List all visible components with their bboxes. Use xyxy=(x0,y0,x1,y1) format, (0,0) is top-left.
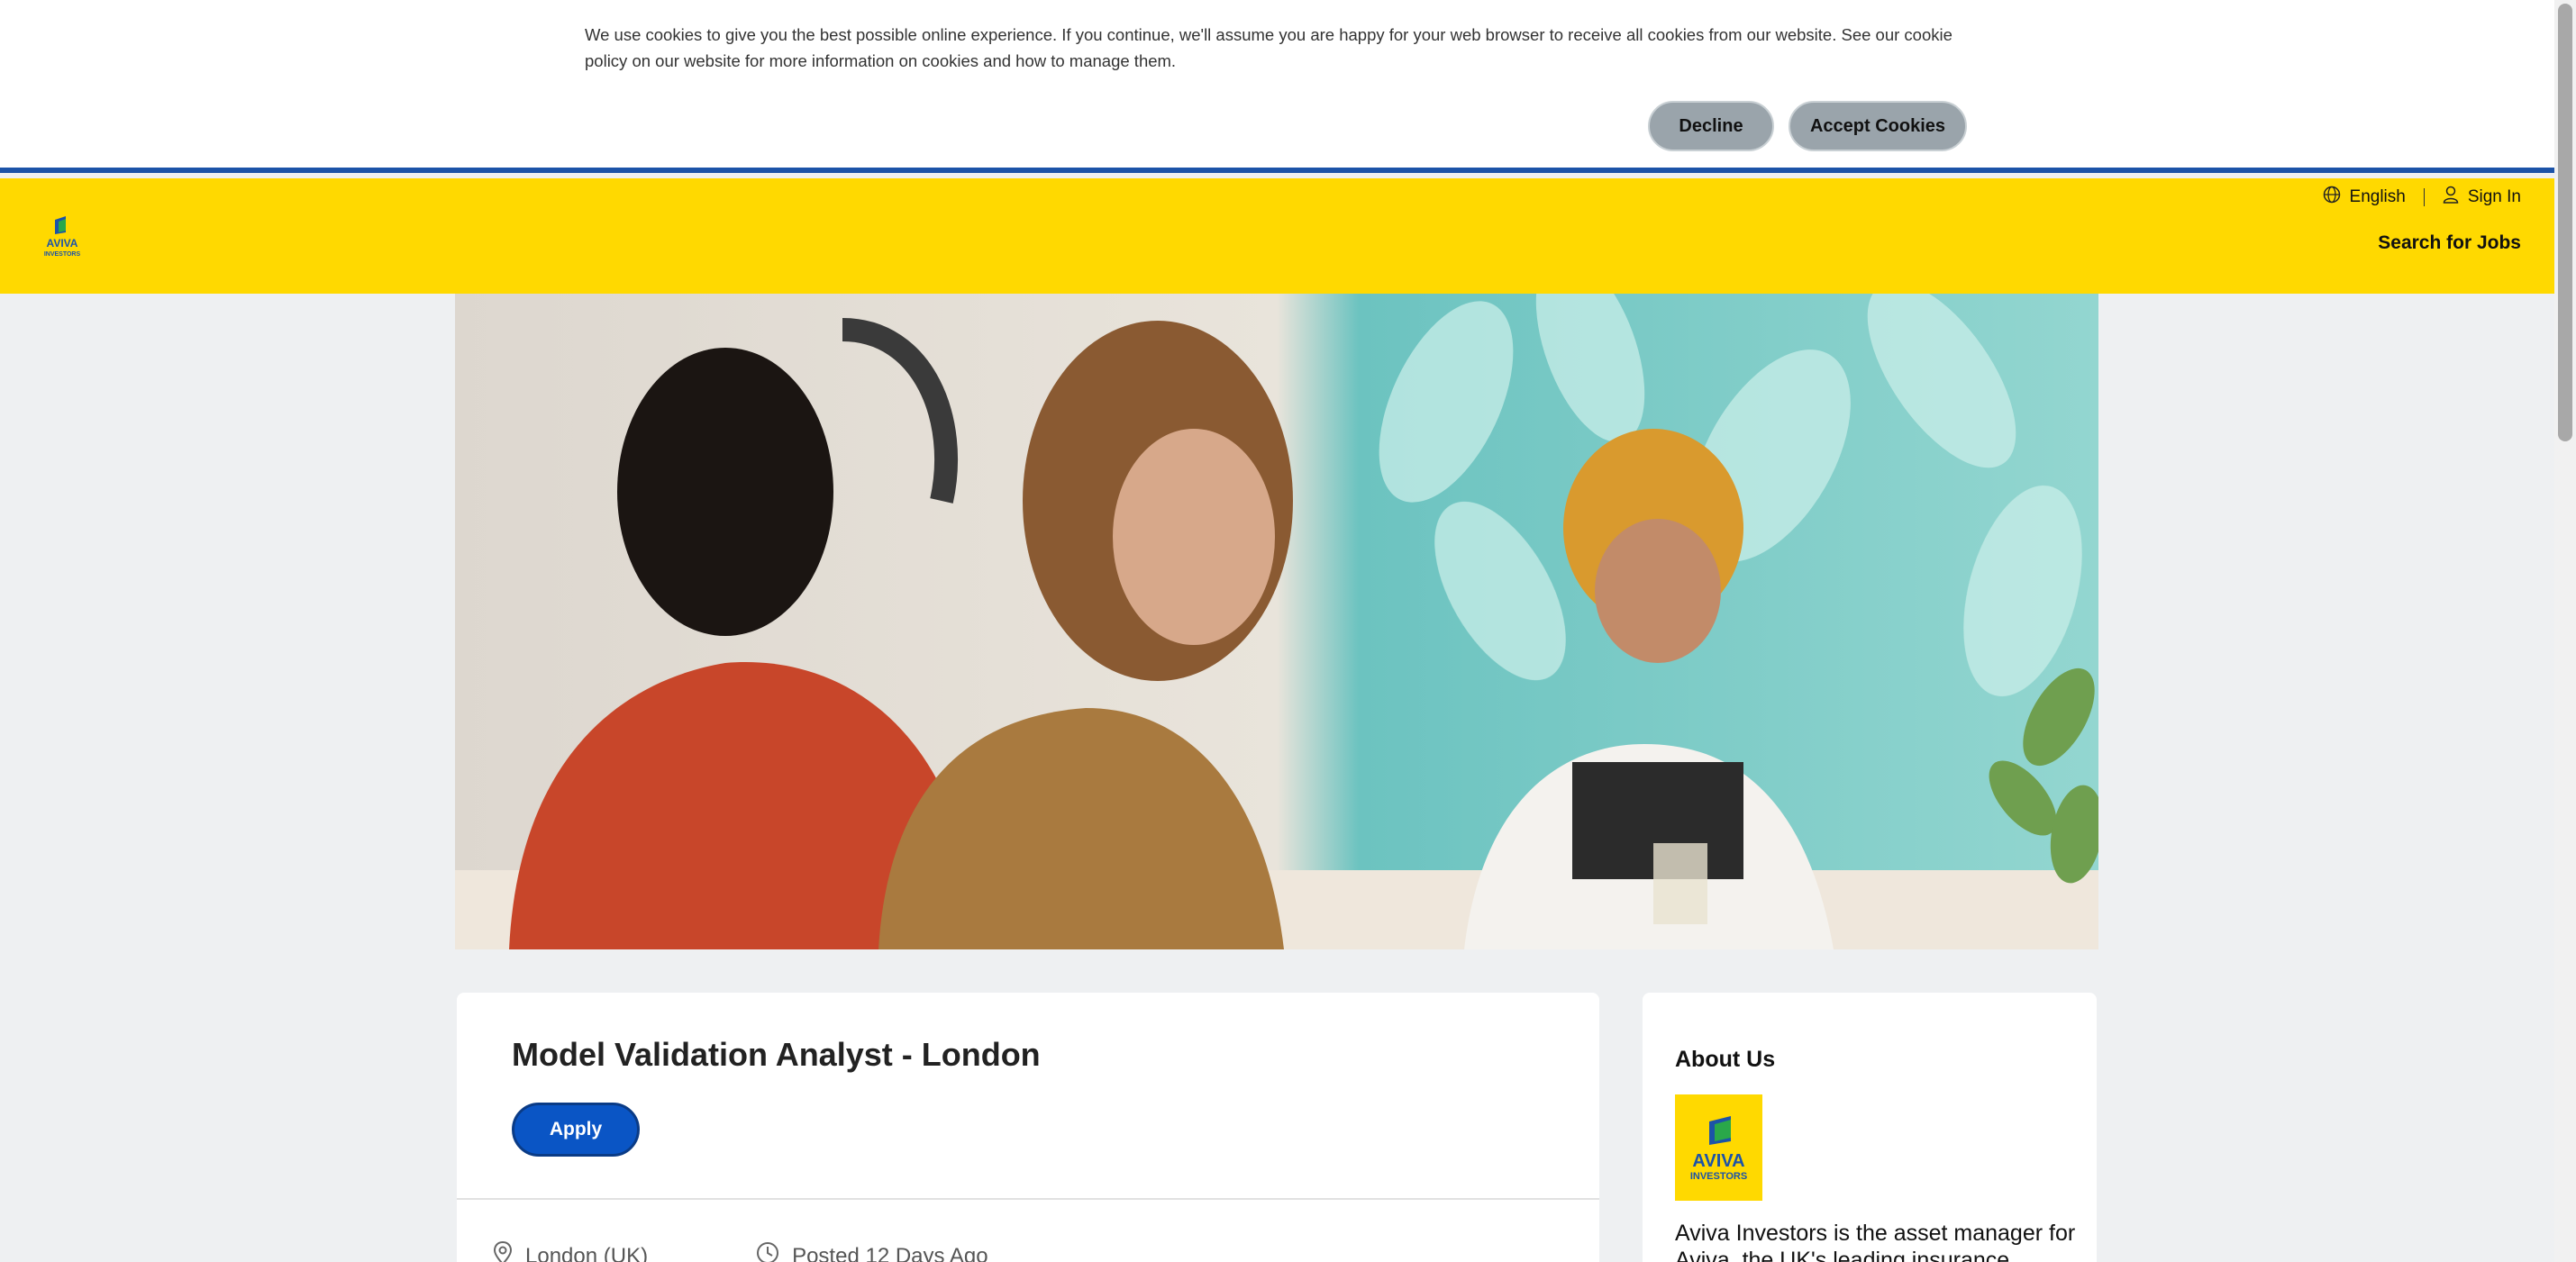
decline-cookies-button[interactable]: Decline xyxy=(1648,101,1774,151)
globe-icon xyxy=(2323,186,2341,209)
sign-in-link[interactable]: Sign In xyxy=(2443,186,2521,209)
sign-in-label: Sign In xyxy=(2467,187,2521,206)
vertical-scrollbar[interactable] xyxy=(2554,0,2576,1262)
about-us-card: About Us AVIVA INVESTORS Aviva Investors… xyxy=(1643,993,2097,1262)
cookie-banner: We use cookies to give you the best poss… xyxy=(0,0,2554,173)
location-text: London (UK) xyxy=(525,1243,649,1262)
logo-text-aviva: AVIVA xyxy=(47,237,78,250)
scrollbar-thumb[interactable] xyxy=(2558,4,2572,441)
location-pin-icon xyxy=(493,1240,513,1262)
job-title: Model Validation Analyst - London xyxy=(512,1036,1041,1073)
search-for-jobs-link[interactable]: Search for Jobs xyxy=(2378,232,2521,254)
accept-cookies-button[interactable]: Accept Cookies xyxy=(1789,101,1967,151)
job-card: Model Validation Analyst - London Apply … xyxy=(457,993,1599,1262)
aviva-investors-logo-large: AVIVA INVESTORS xyxy=(1675,1094,1762,1201)
language-selector[interactable]: English xyxy=(2323,186,2406,209)
job-posted-date: Posted 12 Days Ago xyxy=(756,1241,988,1262)
cookie-message: We use cookies to give you the best poss… xyxy=(585,25,1952,70)
hero-image xyxy=(455,294,2098,949)
aviva-investors-logo[interactable]: AVIVA INVESTORS xyxy=(39,216,86,258)
about-us-title: About Us xyxy=(1675,1047,1776,1072)
utility-nav: English Sign In xyxy=(2323,186,2521,209)
divider xyxy=(457,1198,1599,1200)
logo-text-investors: INVESTORS xyxy=(44,251,81,258)
site-header: AVIVA INVESTORS English Sign In Search f… xyxy=(0,178,2554,294)
user-icon xyxy=(2443,186,2459,209)
job-meta: London (UK) Posted 12 Days Ago xyxy=(493,1240,988,1262)
about-logo-text-aviva: AVIVA xyxy=(1692,1151,1744,1171)
page: We use cookies to give you the best poss… xyxy=(0,0,2576,1262)
nav-divider xyxy=(2423,188,2425,206)
posted-text: Posted 12 Days Ago xyxy=(792,1243,988,1262)
language-label: English xyxy=(2349,187,2406,206)
about-us-text: Aviva Investors is the asset manager for… xyxy=(1675,1221,2076,1262)
clock-icon xyxy=(756,1241,779,1262)
about-logo-text-investors: INVESTORS xyxy=(1690,1171,1747,1182)
apply-button[interactable]: Apply xyxy=(512,1103,640,1157)
job-location: London (UK) xyxy=(493,1240,649,1262)
